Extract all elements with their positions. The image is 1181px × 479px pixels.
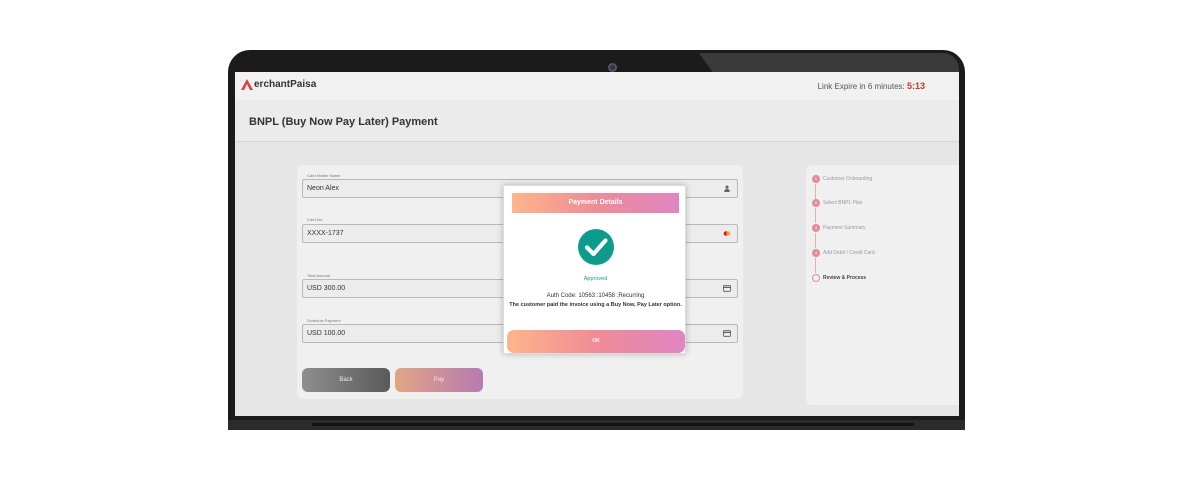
camera-icon <box>608 63 617 72</box>
card-icon <box>723 330 731 337</box>
checkmark-icon <box>584 238 608 257</box>
laptop-base-groove <box>312 423 914 426</box>
page-title: BNPL (Buy Now Pay Later) Payment <box>249 116 438 128</box>
step-review-process: Review & Process <box>812 274 866 282</box>
step-label: Add Debit / Credit Card <box>823 250 875 256</box>
payment-status: Approved <box>583 276 608 282</box>
progress-steps-card: 1 Customer Onboarding 2 Select BNPL Plan… <box>806 165 959 405</box>
link-expiry-label: Link Expire in 6 minutes: <box>817 82 907 91</box>
total-amount-value: USD 300.00 <box>307 285 346 292</box>
link-expiry: Link Expire in 6 minutes: 5:13 <box>818 81 925 91</box>
step-payment-summary: 3 Payment Summary <box>812 224 866 232</box>
page-header: BNPL (Buy Now Pay Later) Payment <box>235 100 959 142</box>
step-customer-onboarding: 1 Customer Onboarding <box>812 175 872 183</box>
success-check-icon <box>578 229 614 265</box>
back-button[interactable]: Back <box>302 368 390 392</box>
step-label: Customer Onboarding <box>823 176 873 182</box>
step-label: Select BNPL Plan <box>823 200 863 206</box>
step-number: 3 <box>812 224 820 232</box>
modal-title: Payment Details <box>512 193 679 213</box>
brand-name: erchantPaisa <box>254 79 317 90</box>
card-holder-label: Card Holder Name <box>307 173 341 178</box>
total-amount-label: Total Amount <box>307 273 331 278</box>
card-no-value: XXXX-1737 <box>307 230 344 237</box>
step-number: 2 <box>812 199 820 207</box>
step-connector <box>815 208 816 223</box>
stage: erchantPaisa Link Expire in 6 minutes: 5… <box>0 0 1181 479</box>
step-connector <box>815 233 816 248</box>
merchantpaisa-logo-icon <box>241 79 253 90</box>
step-number: 1 <box>812 175 820 183</box>
step-number: 4 <box>812 249 820 257</box>
step-label: Payment Summary <box>823 225 866 231</box>
step-connector <box>815 184 816 199</box>
user-icon <box>724 185 730 192</box>
payment-message: The customer paid the invoice using a Bu… <box>509 302 682 308</box>
brand-logo[interactable]: erchantPaisa <box>241 79 316 90</box>
pay-button[interactable]: Pay <box>395 368 483 392</box>
schedule-payment-label: Schedule Payment <box>307 318 341 323</box>
step-connector <box>815 258 816 273</box>
link-expiry-timer: 5:13 <box>906 81 925 91</box>
schedule-payment-value: USD 100.00 <box>307 330 346 337</box>
card-no-label: Card No. <box>307 217 324 222</box>
card-holder-value: Neon Alex <box>307 185 339 192</box>
auth-code-text: Auth Code: 10563::10458 ;Recurring <box>546 293 645 299</box>
step-label: Review & Process <box>823 275 867 281</box>
step-select-bnpl-plan: 2 Select BNPL Plan <box>812 199 863 207</box>
step-add-card: 4 Add Debit / Credit Card <box>812 249 875 257</box>
step-number-pending <box>812 274 820 282</box>
top-bar: erchantPaisa Link Expire in 6 minutes: 5… <box>235 72 959 100</box>
mastercard-icon <box>723 231 731 236</box>
payment-details-modal: Payment Details Approved Auth Code: 1056… <box>503 185 686 354</box>
ok-button[interactable]: OK <box>507 330 685 353</box>
card-icon <box>723 285 731 292</box>
